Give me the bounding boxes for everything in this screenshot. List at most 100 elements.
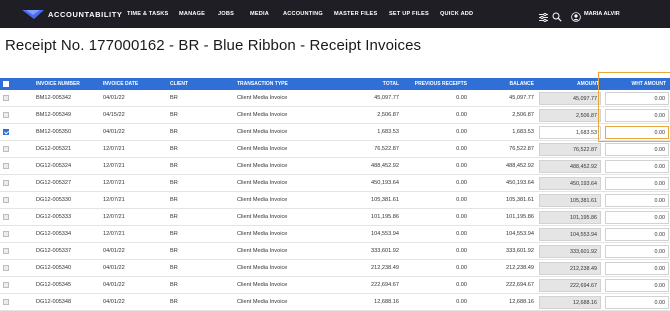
table-row[interactable]: DG12-005321 12/07/21 BR Client Media Invoic… bbox=[0, 141, 670, 158]
filter-icon[interactable] bbox=[539, 9, 548, 27]
col-invoice-date[interactable]: INVOICE DATE bbox=[103, 81, 138, 87]
amount-field[interactable]: 105,381.61 bbox=[539, 194, 601, 207]
brand-logo[interactable]: ACCOUNTABILITY bbox=[22, 8, 122, 20]
invoice-number[interactable]: DG12-005324 bbox=[36, 163, 71, 169]
row-select-checkbox[interactable] bbox=[3, 265, 9, 271]
wht-amount-field[interactable]: 0.00 bbox=[605, 228, 669, 241]
nav-time-tasks[interactable]: TIME & TASKS bbox=[127, 11, 168, 17]
wht-amount-field[interactable]: 0.00 bbox=[605, 262, 669, 275]
client: BR bbox=[170, 248, 178, 254]
amount-field[interactable]: 12,688.16 bbox=[539, 296, 601, 309]
wht-amount-field[interactable]: 0.00 bbox=[605, 279, 669, 292]
row-select-checkbox[interactable] bbox=[3, 95, 9, 101]
invoice-number[interactable]: DG12-005321 bbox=[36, 146, 71, 152]
invoice-number[interactable]: DG12-005330 bbox=[36, 197, 71, 203]
row-select-checkbox[interactable] bbox=[3, 248, 9, 254]
amount-field[interactable]: 101,195.86 bbox=[539, 211, 601, 224]
col-amount[interactable]: AMOUNT bbox=[577, 81, 599, 87]
amount-field[interactable]: 104,553.94 bbox=[539, 228, 601, 241]
invoice-number[interactable]: DG12-005333 bbox=[36, 214, 71, 220]
table-row[interactable]: DG12-005330 12/07/21 BR Client Media Invoic… bbox=[0, 192, 670, 209]
invoice-number[interactable]: DG12-005340 bbox=[36, 265, 71, 271]
user-avatar-icon[interactable] bbox=[571, 9, 581, 27]
amount-field[interactable]: 333,601.92 bbox=[539, 245, 601, 258]
col-previous-receipts[interactable]: PREVIOUS RECEIPTS bbox=[415, 81, 467, 87]
nav-media[interactable]: MEDIA bbox=[250, 11, 269, 17]
nav-jobs[interactable]: JOBS bbox=[218, 11, 234, 17]
table-header: INVOICE NUMBER INVOICE DATE CLIENT TRANS… bbox=[0, 78, 670, 90]
amount-field[interactable]: 76,522.87 bbox=[539, 143, 601, 156]
table-row[interactable]: BM12-005350 04/01/22 BR Client Media Invoic… bbox=[0, 124, 670, 141]
row-select-checkbox[interactable] bbox=[3, 112, 9, 118]
table-row[interactable]: DG12-005340 04/01/22 BR Client Media Invoic… bbox=[0, 260, 670, 277]
balance: 12,688.16 bbox=[509, 299, 534, 305]
nav-quick-add[interactable]: QUICK ADD bbox=[440, 11, 473, 17]
user-name[interactable]: MARIA ALVIR bbox=[584, 11, 620, 17]
table-row[interactable]: DG12-005334 12/07/21 BR Client Media Invoic… bbox=[0, 226, 670, 243]
wht-amount-field[interactable]: 0.00 bbox=[605, 143, 669, 156]
col-invoice-number[interactable]: INVOICE NUMBER bbox=[36, 81, 80, 87]
col-balance[interactable]: BALANCE bbox=[510, 81, 534, 87]
nav-manage[interactable]: MANAGE bbox=[179, 11, 205, 17]
total: 1,683.53 bbox=[377, 129, 399, 135]
wht-amount-field[interactable]: 0.00 bbox=[605, 160, 669, 173]
invoice-number[interactable]: DG12-005348 bbox=[36, 299, 71, 305]
col-client[interactable]: CLIENT bbox=[170, 81, 188, 87]
table-row[interactable]: BM12-005342 04/01/22 BR Client Media Invoic… bbox=[0, 90, 670, 107]
transaction-type: Client Media Invoice bbox=[237, 299, 288, 305]
transaction-type: Client Media Invoice bbox=[237, 231, 288, 237]
table-row[interactable]: DG12-005333 12/07/21 BR Client Media Invoic… bbox=[0, 209, 670, 226]
client: BR bbox=[170, 95, 178, 101]
table-row[interactable]: DG12-005327 12/07/21 BR Client Media Invoic… bbox=[0, 175, 670, 192]
row-select-checkbox[interactable] bbox=[3, 197, 9, 203]
invoice-date: 12/07/21 bbox=[103, 163, 125, 169]
wht-amount-focus-frame bbox=[598, 72, 670, 142]
invoice-number[interactable]: BM12-005342 bbox=[36, 95, 71, 101]
nav-master-files[interactable]: MASTER FILES bbox=[334, 11, 377, 17]
row-select-checkbox[interactable] bbox=[3, 214, 9, 220]
col-transaction-type[interactable]: TRANSACTION TYPE bbox=[237, 81, 288, 87]
wht-amount-field[interactable]: 0.00 bbox=[605, 245, 669, 258]
invoice-number[interactable]: DG12-005334 bbox=[36, 231, 71, 237]
amount-field[interactable]: 222,694.67 bbox=[539, 279, 601, 292]
amount-field[interactable]: 1,683.53 bbox=[539, 126, 601, 139]
row-select-checkbox[interactable] bbox=[3, 146, 9, 152]
amount-field[interactable]: 2,506.87 bbox=[539, 109, 601, 122]
invoice-number[interactable]: DG12-005337 bbox=[36, 248, 71, 254]
transaction-type: Client Media Invoice bbox=[237, 112, 288, 118]
amount-field[interactable]: 488,452.92 bbox=[539, 160, 601, 173]
invoice-number[interactable]: BM12-005349 bbox=[36, 112, 71, 118]
wht-amount-field[interactable]: 0.00 bbox=[605, 296, 669, 309]
wht-amount-field[interactable]: 0.00 bbox=[605, 211, 669, 224]
row-select-checkbox[interactable] bbox=[3, 299, 9, 305]
table-row[interactable]: DG12-005324 12/07/21 BR Client Media Invoic… bbox=[0, 158, 670, 175]
page-title: Receipt No. 177000162 - BR - Blue Ribbon… bbox=[5, 37, 422, 54]
invoice-number[interactable]: DG12-005345 bbox=[36, 282, 71, 288]
nav-set-up-files[interactable]: SET UP FILES bbox=[389, 11, 429, 17]
row-select-checkbox[interactable] bbox=[3, 129, 9, 135]
invoice-number[interactable]: DG12-005327 bbox=[36, 180, 71, 186]
col-total[interactable]: TOTAL bbox=[383, 81, 399, 87]
amount-field[interactable]: 450,193.64 bbox=[539, 177, 601, 190]
total: 222,694.67 bbox=[371, 282, 399, 288]
wht-amount-field[interactable]: 0.00 bbox=[605, 177, 669, 190]
select-all-checkbox[interactable] bbox=[3, 81, 9, 87]
row-select-checkbox[interactable] bbox=[3, 180, 9, 186]
client: BR bbox=[170, 163, 178, 169]
search-icon[interactable] bbox=[552, 9, 562, 27]
table-row[interactable]: DG12-005337 04/01/22 BR Client Media Invoic… bbox=[0, 243, 670, 260]
client: BR bbox=[170, 299, 178, 305]
amount-field[interactable]: 212,238.49 bbox=[539, 262, 601, 275]
amount-field[interactable]: 45,097.77 bbox=[539, 92, 601, 105]
client: BR bbox=[170, 146, 178, 152]
table-row[interactable]: DG12-005348 04/01/22 BR Client Media Invoic… bbox=[0, 294, 670, 311]
table-row[interactable]: DG12-005345 04/01/22 BR Client Media Invoic… bbox=[0, 277, 670, 294]
row-select-checkbox[interactable] bbox=[3, 282, 9, 288]
nav-accounting[interactable]: ACCOUNTING bbox=[283, 11, 323, 17]
row-select-checkbox[interactable] bbox=[3, 231, 9, 237]
table-row[interactable]: BM12-005349 04/15/22 BR Client Media Invoic… bbox=[0, 107, 670, 124]
row-select-checkbox[interactable] bbox=[3, 163, 9, 169]
wht-amount-field[interactable]: 0.00 bbox=[605, 194, 669, 207]
invoice-number[interactable]: BM12-005350 bbox=[36, 129, 71, 135]
brand-name: ACCOUNTABILITY bbox=[48, 9, 123, 19]
